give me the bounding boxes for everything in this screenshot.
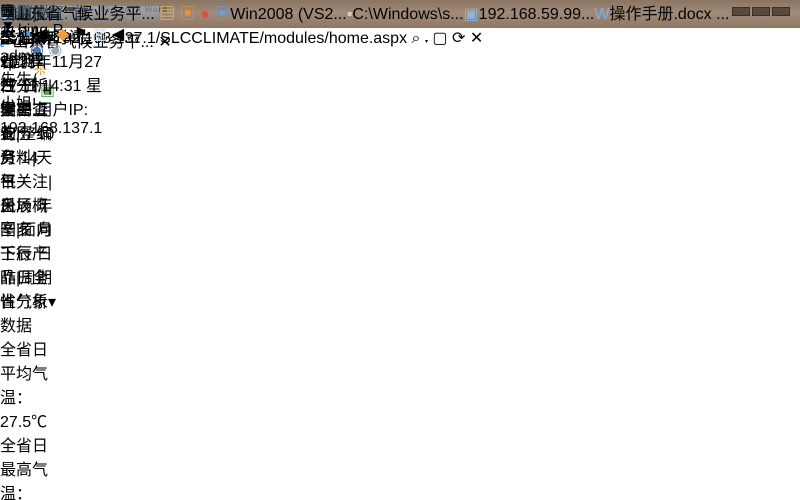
folder-icon: ▤ — [159, 6, 175, 23]
taskbar-button-0[interactable]: ▣Win2008 (VS2... — [214, 6, 347, 23]
network-icon[interactable]: ▥ — [92, 26, 107, 43]
taskbar-button-label: Win2008 (VS2... — [230, 6, 347, 23]
stat-value: 27.5℃ — [0, 414, 47, 431]
taskbar-ie-button[interactable]: e 山东省气候业务平... — [0, 6, 159, 23]
screen: 操作手册.docx - Microsoft Word – ▢ ✕ ← → e h… — [0, 0, 800, 500]
stat-label: 全省日平均气温： — [0, 342, 48, 407]
remote-session-icon: ▣ — [464, 6, 479, 23]
quick-launch-icon[interactable]: ▦ — [0, 0, 15, 20]
status-info: 当前时间: 2012年11月27日 11:14:31 星期二 用户IP: 192… — [0, 30, 102, 137]
bg-minimize-icon — [732, 7, 750, 16]
search-icon[interactable]: ⌕ — [412, 30, 421, 47]
bg-maximize-icon — [752, 7, 770, 16]
weather-panel-body: 全省日平均气温：27.5℃全省日最高气温：31.5℃全省日最低气温：24.2℃全… — [0, 336, 58, 500]
word-icon: W — [594, 6, 609, 23]
chevron-down-icon: ▾ — [48, 294, 56, 311]
page-content: 山东省气候业务平台 欢迎您，admin 先生/小姐! 首页|数据分析▾|韵律性分… — [0, 0, 58, 500]
taskbar-ie-label: 山东省气候业务平... — [13, 6, 154, 23]
taskbar-explorer-button[interactable]: ▤ — [159, 6, 175, 23]
compatibility-icon[interactable]: ▢ — [432, 30, 447, 47]
search-caret-icon[interactable]: ▾ — [425, 39, 428, 45]
taskbar-window-buttons: ▣Win2008 (VS2...▪C:\Windows\s...▣192.168… — [214, 6, 729, 23]
taskbar-button-3[interactable]: W操作手册.docx ... — [594, 6, 729, 23]
volume-icon[interactable]: ◀ — [112, 26, 124, 43]
weather-stat: 全省日平均气温： 27.5℃ — [0, 336, 58, 432]
remote-desktop-icon: ▣ — [214, 6, 230, 23]
stat-label: 全省日最高气温： — [0, 438, 48, 500]
refresh-icon[interactable]: ⟳ — [452, 30, 465, 47]
taskbar: ⊞ ▦ e 山东省气候业务平... ▤ ▣ ● ▣Win2008 (VS2...… — [0, 0, 729, 24]
taskbar-button-label: C:\Windows\s... — [352, 6, 463, 23]
nav-separator: | — [48, 174, 52, 191]
taskbar-clock[interactable]: 11:14 — [0, 24, 39, 42]
weather-stat: 全省日最高气温：31.5℃ — [0, 432, 58, 500]
tray-security-icon[interactable]: ◆ — [57, 26, 69, 43]
stop-icon[interactable]: ✕ — [470, 30, 483, 47]
bg-close-icon — [772, 7, 790, 16]
taskbar-media-button[interactable]: ● — [200, 6, 210, 23]
tab-close-icon[interactable]: ✕ — [158, 34, 171, 51]
action-center-flag-icon[interactable]: ⚑ — [73, 26, 87, 43]
background-window-controls — [730, 3, 790, 21]
taskbar-button-label: 操作手册.docx ... — [609, 6, 729, 23]
taskbar-button-label: 192.168.59.99... — [479, 6, 595, 23]
media-player-icon: ● — [200, 6, 210, 23]
taskbar-button-2[interactable]: ▣192.168.59.99... — [464, 6, 595, 23]
taskbar-button-1[interactable]: ▪C:\Windows\s... — [347, 6, 464, 23]
url-path: /SLCCLIMATE/modules/home.aspx — [156, 30, 407, 47]
taskbar-app-button[interactable]: ▣ — [180, 6, 196, 23]
orange-app-icon: ▣ — [180, 6, 196, 23]
